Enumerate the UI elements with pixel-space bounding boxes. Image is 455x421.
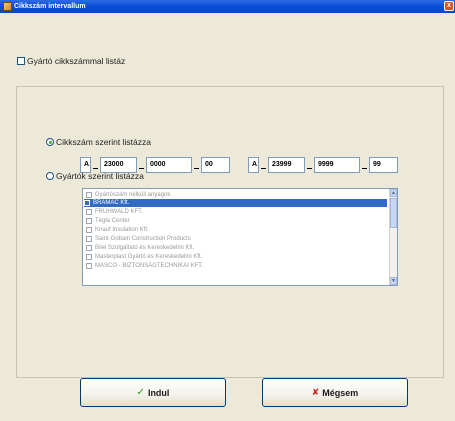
by-manufacturer-radio-row[interactable]: Gyártók szerint listázza [46, 171, 144, 181]
list-item-label: Knauf Insulation Kft. [95, 227, 149, 233]
to-part1-field[interactable]: 23999 [268, 157, 305, 173]
to-part3-field[interactable]: 99 [369, 157, 398, 173]
by-code-radio[interactable] [46, 138, 54, 146]
cancel-button[interactable]: ✘ Mégsem [262, 378, 408, 407]
separator [307, 157, 312, 173]
list-item-checkbox[interactable] [86, 245, 92, 251]
list-item-label: BRAMAC Kft. [93, 200, 130, 206]
check-icon: ✓ [136, 386, 145, 398]
list-item-label: Tégla Center [95, 218, 130, 224]
list-item[interactable]: FRUHWALD KFT. [86, 208, 143, 216]
separator [194, 157, 199, 173]
list-item-label: MASCO - BIZTONSÁGTECHNIKAI KFT. [95, 263, 203, 269]
by-code-radio-label: Cikkszám szerint listázza [56, 137, 151, 147]
list-item-checkbox[interactable] [86, 263, 92, 269]
start-button-label: Indul [147, 387, 170, 398]
list-item[interactable]: MASCO - BIZTONSÁGTECHNIKAI KFT. [86, 262, 203, 270]
by-manufacturer-radio[interactable] [46, 172, 54, 180]
manufacturer-code-checkbox-label: Gyártó cikkszámmal listáz [27, 56, 126, 66]
to-prefix-field[interactable]: A [248, 157, 259, 173]
x-icon: ✘ [311, 387, 320, 397]
list-item[interactable]: Gyártószám nélküli anyagok [86, 191, 170, 199]
from-part2-field[interactable]: 0000 [146, 157, 192, 173]
list-item[interactable]: Masterplast Gyártó és Kereskedelmi Kft. [86, 253, 202, 261]
list-item-label: FRUHWALD KFT. [95, 209, 143, 215]
start-button[interactable]: ✓ Indul [80, 378, 226, 407]
list-item-checkbox[interactable] [86, 209, 92, 215]
list-item-checkbox[interactable] [86, 254, 92, 260]
close-button[interactable]: x [444, 1, 454, 11]
by-manufacturer-radio-label: Gyártók szerint listázza [56, 171, 144, 181]
list-item[interactable]: Bilel Szolgáltató és Kereskedelmi Kft. [86, 244, 194, 252]
scroll-thumb[interactable] [390, 198, 397, 228]
separator [362, 157, 367, 173]
list-item[interactable]: Saint-Gobain Construction Products [86, 235, 191, 243]
list-item-label: Bilel Szolgáltató és Kereskedelmi Kft. [95, 245, 195, 251]
scroll-up-icon[interactable]: ▲ [390, 189, 397, 197]
cancel-button-label: Mégsem [322, 387, 359, 398]
list-item-checkbox[interactable] [86, 192, 92, 198]
window-title: Cikkszám intervallum [14, 3, 86, 10]
list-item[interactable]: Knauf Insulation Kft. [86, 226, 149, 234]
listbox-scrollbar[interactable]: ▲ ▼ [389, 189, 397, 285]
list-item-checkbox[interactable] [86, 227, 92, 233]
scroll-down-icon[interactable]: ▼ [390, 277, 397, 285]
to-part2-field[interactable]: 9999 [314, 157, 360, 173]
list-item-label: Gyártószám nélküli anyagok [95, 192, 171, 198]
list-item-checkbox[interactable] [84, 200, 90, 206]
list-item-label: Saint-Gobain Construction Products [95, 236, 191, 242]
list-item-selected[interactable]: BRAMAC Kft. [84, 199, 387, 207]
list-item-checkbox[interactable] [86, 218, 92, 224]
list-item[interactable]: Tégla Center [86, 217, 130, 225]
by-code-radio-row[interactable]: Cikkszám szerint listázza [46, 137, 151, 147]
title-bar: Cikkszám intervallum x [0, 0, 455, 13]
list-item-label: Masterplast Gyártó és Kereskedelmi Kft. [95, 254, 203, 260]
manufacturer-code-checkbox[interactable] [17, 57, 25, 65]
manufacturer-listbox[interactable]: Gyártószám nélküli anyagok BRAMAC Kft. F… [82, 188, 398, 286]
separator [261, 157, 266, 173]
list-item-checkbox[interactable] [86, 236, 92, 242]
manufacturer-code-checkbox-row[interactable]: Gyártó cikkszámmal listáz [17, 55, 125, 67]
from-part3-field[interactable]: 00 [201, 157, 230, 173]
app-icon [3, 2, 12, 11]
